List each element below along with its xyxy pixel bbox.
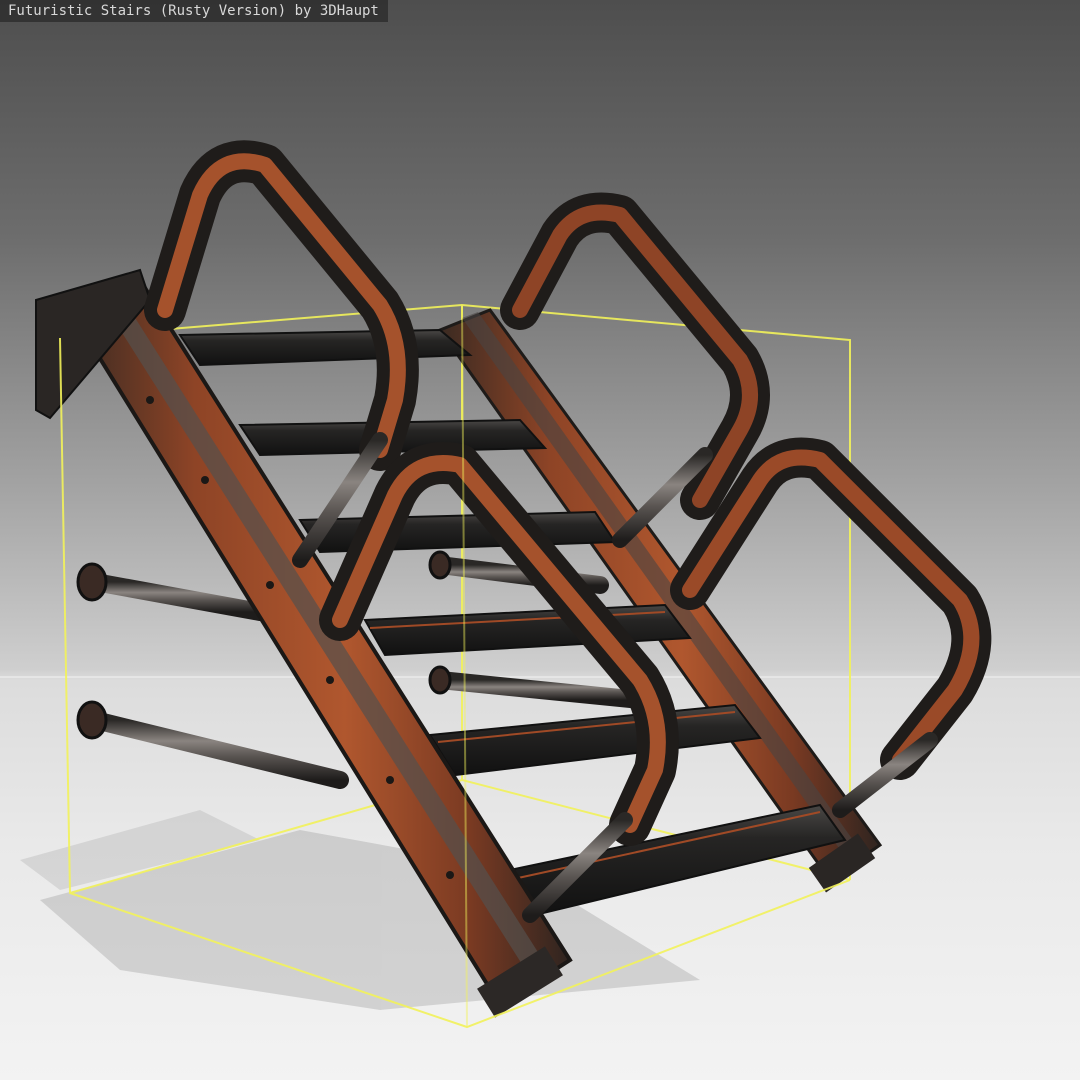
model-title: Futuristic Stairs (Rusty Version) by 3DH… <box>0 0 388 22</box>
3d-viewport[interactable]: Futuristic Stairs (Rusty Version) by 3DH… <box>0 0 1080 1080</box>
stairs-model-render[interactable] <box>0 0 1080 1080</box>
